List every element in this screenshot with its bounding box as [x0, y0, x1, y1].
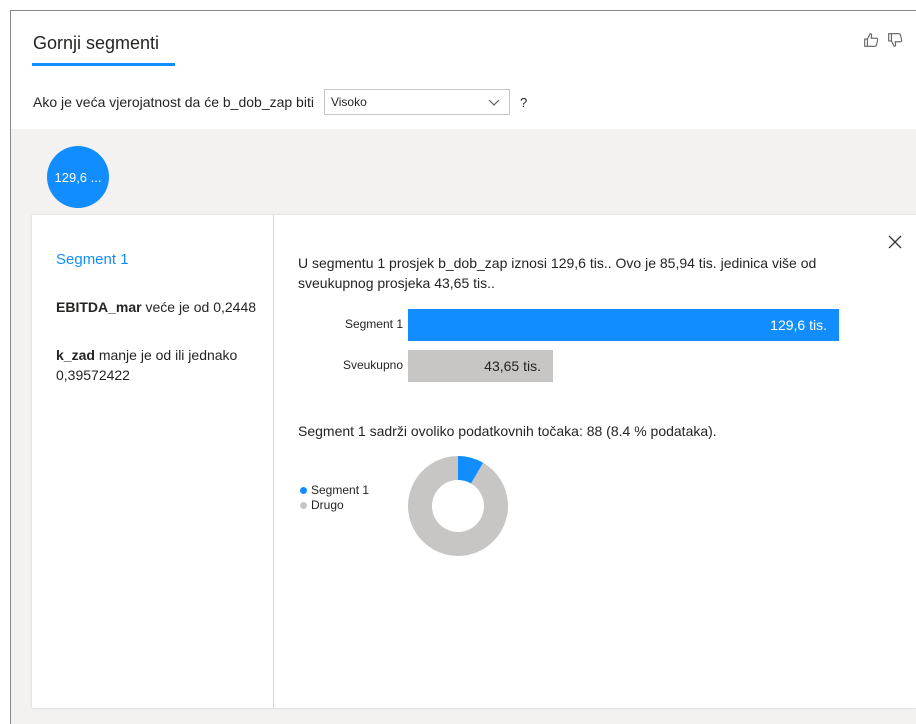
outcome-dropdown-value: Visoko	[330, 95, 367, 109]
segment-name: Segment 1	[56, 251, 129, 268]
segment-stats-panel: U segmentu 1 prosjek b_dob_zap iznosi 12…	[275, 215, 916, 708]
bar-category-label: Segment 1	[344, 317, 403, 331]
donut-slice-drugo	[408, 456, 508, 556]
question-mark: ?	[519, 94, 528, 110]
condition-field: k_zad	[56, 347, 95, 363]
thumbs-down-icon[interactable]	[886, 31, 904, 49]
segment-bubble[interactable]: 129,6 ...	[47, 146, 109, 208]
data-points-text: Segment 1 sadrži ovoliko podatkovnih toč…	[298, 423, 717, 439]
donut-chart	[408, 456, 508, 556]
legend-label: Segment 1	[311, 483, 370, 497]
legend-dot	[300, 487, 307, 494]
bar-data-label: 129,6 tis.	[770, 317, 827, 333]
top-segments-visual: Gornji segmenti Ako je veća vjerojatnost…	[10, 10, 916, 724]
bar-category-label: Sveukupno	[342, 358, 403, 372]
condition-field: EBITDA_mar	[56, 299, 142, 315]
segment-condition: EBITDA_mar veće je od 0,2448	[56, 297, 256, 317]
legend-item: Segment 1	[300, 483, 369, 498]
segments-area: 129,6 ... Segment 1 EBITDA_mar veće je o…	[11, 129, 916, 724]
bar-segment-1: 129,6 tis.	[408, 309, 839, 341]
segment-summary: U segmentu 1 prosjek b_dob_zap iznosi 12…	[298, 255, 817, 291]
legend-dot	[300, 502, 307, 509]
condition-rule: veće je od 0,2448	[145, 299, 257, 315]
donut-legend: Segment 1 Drugo	[300, 483, 369, 513]
outcome-dropdown[interactable]: Visoko	[323, 89, 510, 115]
segment-definition-panel: Segment 1 EBITDA_mar veće je od 0,2448 k…	[32, 215, 274, 708]
question-label: Ako je veća vjerojatnost da će b_dob_zap…	[33, 94, 314, 110]
close-icon[interactable]	[886, 233, 904, 251]
legend-label: Drugo	[311, 498, 344, 512]
segment-condition: k_zad manje je od ili jednako 0,39572422	[56, 345, 256, 385]
thumbs-up-icon[interactable]	[862, 31, 880, 49]
page-title: Gornji segmenti	[33, 33, 160, 53]
bar-overall: 43,65 tis.	[408, 350, 553, 382]
bar-data-label: 43,65 tis.	[484, 358, 541, 374]
chevron-down-icon	[488, 99, 500, 106]
question-row: Ako je veća vjerojatnost da će b_dob_zap…	[33, 89, 527, 115]
legend-item: Drugo	[300, 498, 369, 513]
segment-detail-card: Segment 1 EBITDA_mar veće je od 0,2448 k…	[32, 215, 916, 708]
title-underline	[32, 63, 175, 66]
feedback-buttons	[862, 31, 904, 49]
